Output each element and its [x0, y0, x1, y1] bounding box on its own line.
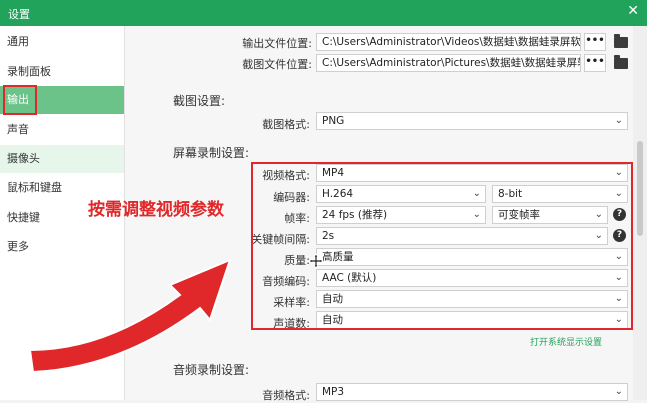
video-params-highlight-box: [251, 162, 633, 330]
scrollbar-thumb[interactable]: [637, 141, 643, 236]
move-cursor-icon: [308, 253, 324, 269]
audio-format-label: 音频格式:: [262, 389, 310, 402]
title-bar: 设置 ✕: [0, 0, 647, 26]
screenshot-format-select[interactable]: PNG ⌄: [316, 112, 628, 130]
screenshot-format-label: 截图格式:: [262, 118, 310, 131]
shot-path-browse-button[interactable]: •••: [584, 54, 606, 72]
scrollbar[interactable]: [633, 26, 647, 400]
shot-path-label: 截图文件位置:: [242, 58, 312, 71]
arrow-icon: [28, 258, 232, 374]
chevron-down-icon: ⌄: [614, 386, 623, 397]
window-title: 设置: [8, 8, 30, 21]
video-path-label: 输出文件位置:: [242, 37, 312, 50]
sidebar-item-camera[interactable]: 摄像头: [0, 145, 124, 173]
sidebar-item-record-panel[interactable]: 录制面板: [0, 58, 124, 86]
video-path-field[interactable]: C:\Users\Administrator\Videos\数据蛙\数据蛙录屏软…: [316, 33, 581, 51]
folder-icon[interactable]: [614, 34, 628, 48]
annotation-text: 按需调整视频参数: [88, 200, 224, 220]
audio-format-select[interactable]: MP3 ⌄: [316, 383, 628, 401]
chevron-down-icon: ⌄: [614, 115, 623, 126]
screenshot-section-title: 截图设置:: [173, 94, 226, 108]
screenshot-format-value: PNG: [322, 115, 345, 127]
shot-path-field[interactable]: C:\Users\Administrator\Pictures\数据蛙\数据蛙录…: [316, 54, 581, 72]
open-display-settings-link[interactable]: 打开系统显示设置: [530, 335, 602, 348]
audio-format-value: MP3: [322, 386, 345, 398]
close-icon[interactable]: ✕: [627, 3, 639, 19]
video-path-browse-button[interactable]: •••: [584, 33, 606, 51]
screen-recording-section-title: 屏幕录制设置:: [173, 146, 250, 160]
sidebar-item-general[interactable]: 通用: [0, 28, 124, 56]
output-highlight-box: [3, 85, 37, 115]
folder-icon[interactable]: [614, 55, 628, 69]
sidebar-item-audio[interactable]: 声音: [0, 116, 124, 144]
